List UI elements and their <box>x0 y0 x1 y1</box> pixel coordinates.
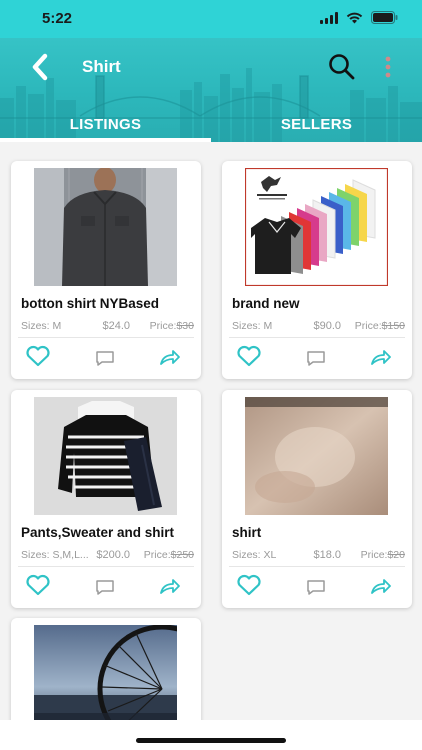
heart-icon <box>26 345 50 367</box>
share-button[interactable] <box>159 577 181 600</box>
like-button[interactable] <box>236 574 262 601</box>
more-vertical-icon <box>385 56 391 78</box>
listing-original-price: Price:$150 <box>355 320 405 332</box>
listing-sizes: Sizes: M <box>232 320 273 332</box>
original-price-value: $20 <box>387 549 405 561</box>
comment-button[interactable] <box>95 350 115 371</box>
original-price-label: Price: <box>354 320 382 332</box>
listing-card[interactable]: botton shirt NYBased Sizes: M $24.0 Pric… <box>11 161 201 379</box>
listing-original-price: Price:$30 <box>150 320 194 332</box>
sweater-outfit-photo <box>34 397 177 515</box>
listing-price: $200.0 <box>96 549 130 561</box>
comment-icon <box>96 351 114 366</box>
active-tab-indicator <box>0 138 211 142</box>
search-icon <box>329 54 355 80</box>
listing-image[interactable] <box>34 397 177 515</box>
comment-button[interactable] <box>306 579 326 600</box>
listing-title[interactable]: brand new <box>232 296 300 311</box>
share-icon <box>371 579 391 594</box>
original-price-value: $150 <box>381 320 405 332</box>
header-bar: Shirt LISTINGS SELLERS <box>0 38 422 142</box>
blurry-shirt-photo <box>245 397 388 515</box>
listing-image[interactable] <box>245 397 388 515</box>
listing-sizes: Sizes: S,M,L... <box>21 549 89 561</box>
share-button[interactable] <box>370 577 392 600</box>
comment-button[interactable] <box>306 350 326 371</box>
listing-sizes: Sizes: XL <box>232 549 277 561</box>
status-time: 5:22 <box>42 10 73 27</box>
listing-card[interactable]: Pants,Sweater and shirt Sizes: S,M,L... … <box>11 390 201 608</box>
listing-image[interactable] <box>34 168 177 286</box>
original-price-label: Price: <box>360 549 388 561</box>
battery-icon <box>371 11 398 24</box>
listing-card[interactable]: brand new Sizes: M $90.0 Price:$150 <box>222 161 412 379</box>
back-arrow-icon <box>32 53 48 81</box>
status-bar: 5:22 <box>0 0 422 38</box>
listing-card[interactable] <box>11 618 201 728</box>
share-button[interactable] <box>370 348 392 371</box>
wifi-icon <box>346 12 363 23</box>
share-icon <box>160 579 180 594</box>
bicycle-wheel-photo <box>34 625 177 728</box>
more-options-button[interactable] <box>380 53 396 83</box>
share-button[interactable] <box>159 348 181 371</box>
listing-original-price: Price:$20 <box>361 549 405 561</box>
comment-icon <box>307 580 325 595</box>
card-divider <box>18 337 194 338</box>
polo-shirts-photo <box>245 168 388 286</box>
listing-original-price: Price:$250 <box>144 549 194 561</box>
search-button[interactable] <box>327 52 357 82</box>
like-button[interactable] <box>25 574 51 601</box>
bottom-safe-area <box>0 720 422 750</box>
home-indicator[interactable] <box>136 738 286 743</box>
status-icons <box>320 11 398 24</box>
comment-icon <box>307 351 325 366</box>
heart-icon <box>237 574 261 596</box>
signal-icon <box>320 11 338 24</box>
original-price-value: $250 <box>170 549 194 561</box>
listing-title[interactable]: botton shirt NYBased <box>21 296 159 311</box>
card-divider <box>229 566 405 567</box>
listing-image[interactable] <box>34 625 177 728</box>
like-button[interactable] <box>25 345 51 372</box>
like-button[interactable] <box>236 345 262 372</box>
tab-listings[interactable]: LISTINGS <box>0 116 211 133</box>
original-price-label: Price: <box>143 549 171 561</box>
card-divider <box>18 566 194 567</box>
card-actions <box>222 572 412 602</box>
card-actions <box>222 343 412 373</box>
listing-title[interactable]: shirt <box>232 525 261 540</box>
comment-button[interactable] <box>95 579 115 600</box>
listing-price: $90.0 <box>313 320 341 332</box>
listing-image[interactable] <box>245 168 388 286</box>
original-price-value: $30 <box>176 320 194 332</box>
listing-price: $24.0 <box>102 320 130 332</box>
page-title: Shirt <box>82 57 121 76</box>
button-shirt-photo <box>34 168 177 286</box>
card-actions <box>11 343 201 373</box>
share-icon <box>160 350 180 365</box>
listing-title[interactable]: Pants,Sweater and shirt <box>21 525 174 540</box>
comment-icon <box>96 580 114 595</box>
original-price-label: Price: <box>149 320 177 332</box>
tab-sellers[interactable]: SELLERS <box>211 116 422 133</box>
back-button[interactable] <box>28 52 54 82</box>
listing-card[interactable]: shirt Sizes: XL $18.0 Price:$20 <box>222 390 412 608</box>
share-icon <box>371 350 391 365</box>
listing-price: $18.0 <box>313 549 341 561</box>
heart-icon <box>26 574 50 596</box>
card-actions <box>11 572 201 602</box>
card-divider <box>229 337 405 338</box>
heart-icon <box>237 345 261 367</box>
listing-sizes: Sizes: M <box>21 320 62 332</box>
